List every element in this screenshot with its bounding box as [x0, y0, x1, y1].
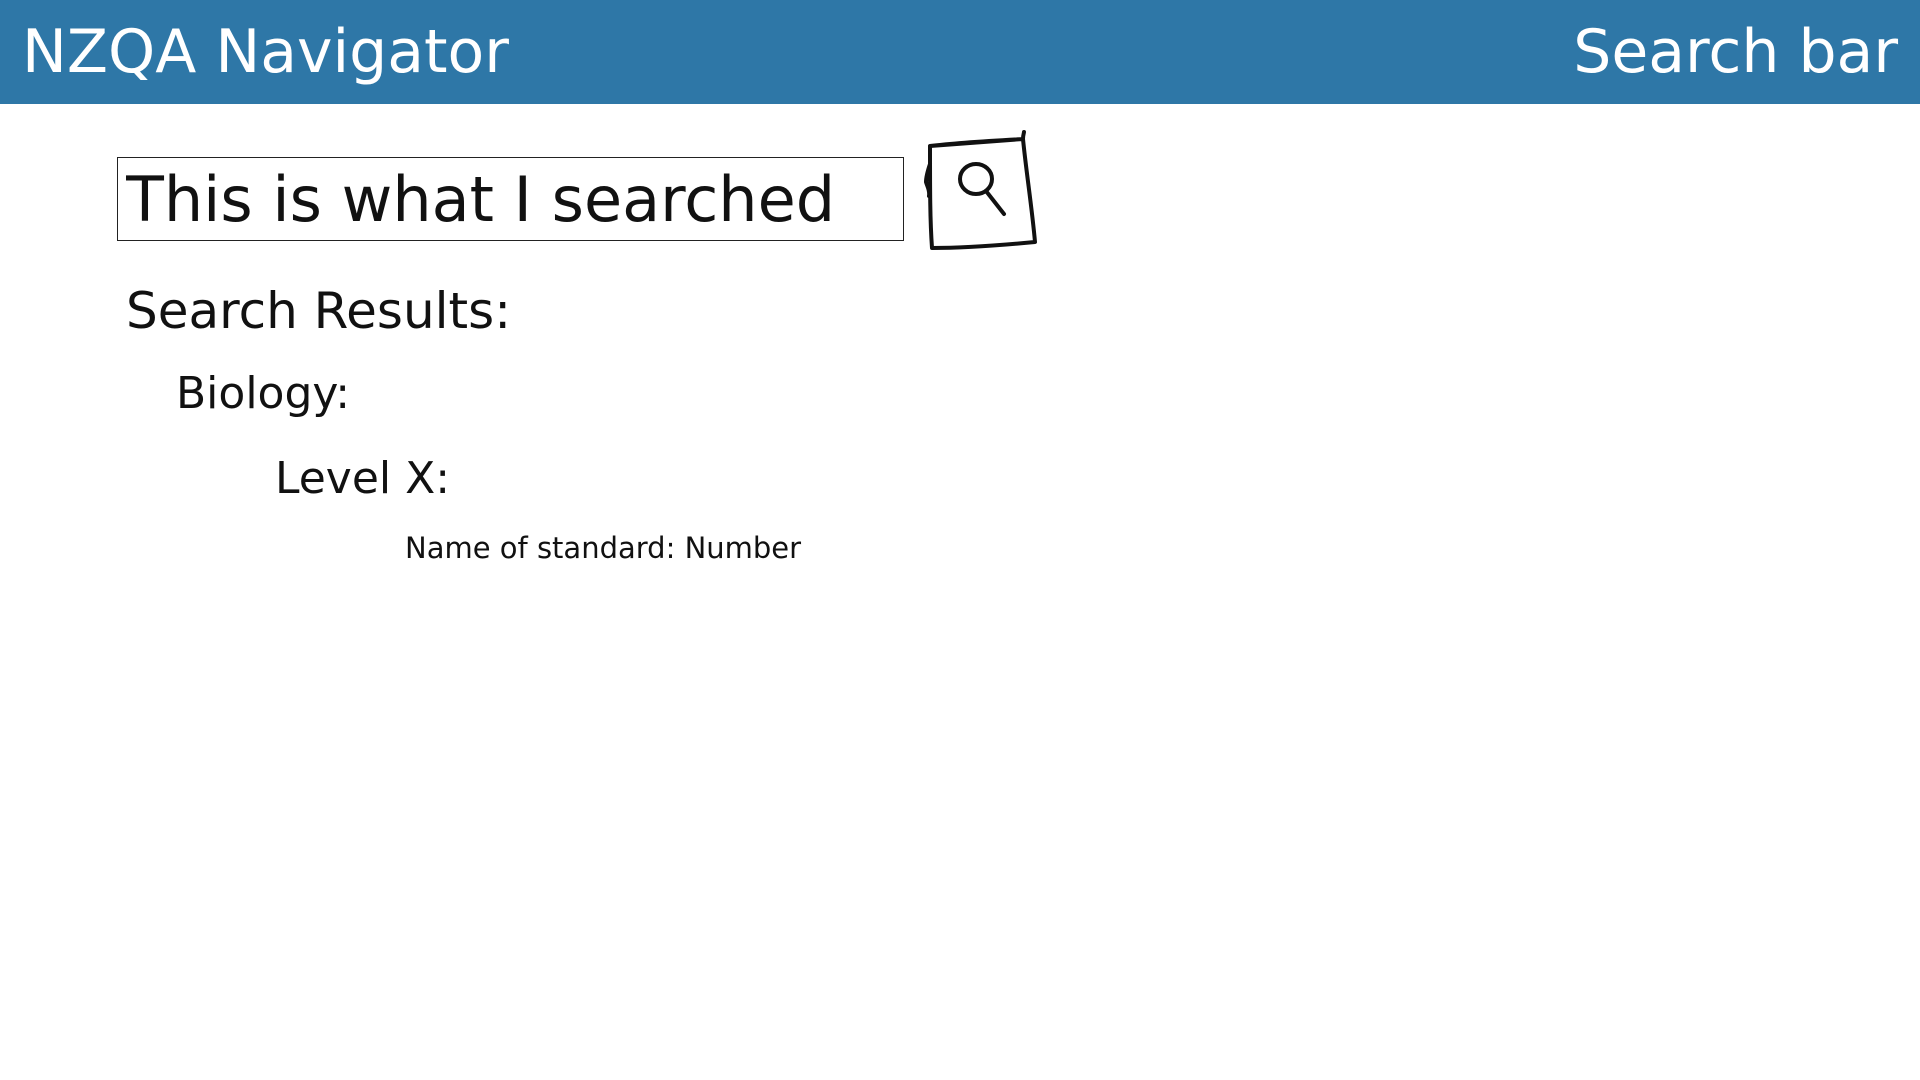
search-results-heading: Search Results:: [126, 282, 512, 340]
search-button[interactable]: [924, 130, 1042, 256]
search-box[interactable]: [117, 157, 904, 241]
app-header: NZQA Navigator Search bar: [0, 0, 1920, 104]
result-subject-biology[interactable]: Biology:: [176, 366, 350, 422]
header-search-bar-label[interactable]: Search bar: [1573, 14, 1898, 90]
search-input[interactable]: [118, 158, 903, 240]
result-standard[interactable]: Name of standard: Number: [405, 530, 801, 566]
app-title: NZQA Navigator: [22, 17, 509, 87]
result-level[interactable]: Level X:: [275, 451, 450, 507]
magnifier-icon: [924, 130, 1037, 250]
